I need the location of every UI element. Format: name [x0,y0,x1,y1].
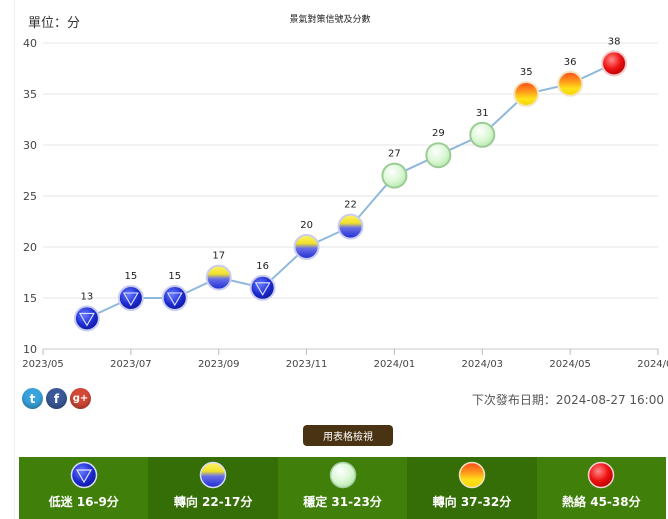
data-label: 15 [168,271,181,282]
legend-item-blue: 低迷 16-9分 [19,457,149,519]
green-signal-marker [381,162,408,189]
legend-label: 熱絡 45-38分 [562,495,641,509]
data-point: 20 [293,220,320,260]
yellow-blue-signal-marker [205,264,232,291]
legend-label: 轉向 37-32分 [432,495,512,509]
legend-item-red: 熱絡 45-38分 [536,457,667,519]
data-point: 15 [161,271,188,311]
blue-signal-icon [70,461,97,489]
google-plus-icon[interactable]: g+ [70,388,91,409]
yellow-red-signal-marker [513,81,540,107]
yellow-blue-signal-icon [199,461,227,489]
data-label: 22 [344,200,357,211]
legend-label: 穩定 31-23分 [303,495,382,509]
x-tick-label: 2023/07 [110,359,152,370]
y-tick-label: 25 [23,190,37,203]
signal-chart: 10 15 20 25 30 35 40 2023/05 2023/07 2023/09 2023/… [22,36,668,370]
blue-signal-marker [161,285,188,311]
facebook-icon[interactable]: f [46,388,67,409]
data-point: 22 [337,200,364,240]
legend-label: 轉向 22-17分 [173,495,253,509]
yellow-red-signal-icon [458,461,486,489]
data-label: 16 [256,261,269,272]
blue-signal-marker [73,305,100,332]
y-tick-label: 15 [23,292,37,305]
legend-label: 低迷 16-9分 [48,495,119,509]
next-release-date: 下次發布日期：2024-08-27 16:00 [471,393,664,407]
data-point: 27 [381,149,408,189]
x-tick-label: 2024/07 [637,359,668,370]
data-point: 17 [205,251,232,291]
blue-signal-marker [249,274,276,301]
red-signal-icon [588,461,615,489]
x-tick-label: 2024/05 [549,359,591,370]
data-label: 35 [520,67,533,78]
twitter-icon[interactable]: t [22,388,43,409]
data-point: 15 [117,271,144,311]
x-tick-label: 2024/01 [374,359,416,370]
y-tick-label: 40 [23,37,37,50]
data-point: 13 [73,291,100,332]
legend-item-green: 穩定 31-23分 [277,457,408,519]
blue-signal-marker [117,285,144,311]
x-tick-label: 2024/03 [462,359,504,370]
data-point: 16 [249,261,276,301]
yellow-blue-signal-marker [293,234,320,260]
red-signal-marker [601,50,628,77]
data-label: 38 [608,36,621,47]
data-point: 36 [557,57,584,97]
data-label: 15 [124,271,137,282]
data-point: 35 [513,67,540,107]
data-label: 13 [81,291,94,302]
data-point: 38 [601,36,628,77]
x-tick-label: 2023/05 [22,359,64,370]
data-label: 36 [564,57,577,68]
data-label: 27 [388,149,401,160]
data-point: 29 [425,128,452,169]
legend-item-yellow-blue: 轉向 22-17分 [148,457,278,519]
table-view-button[interactable]: 用表格檢視 [303,425,393,446]
y-tick-label: 10 [23,343,37,356]
green-signal-icon [329,461,356,489]
yellow-blue-signal-marker [337,213,364,240]
y-tick-label: 20 [23,241,37,254]
x-tick-label: 2023/11 [286,359,328,370]
data-label: 29 [432,128,445,139]
social-share-bar: t f g+ [22,388,91,409]
legend-item-yellow-red: 轉向 37-32分 [407,457,537,519]
y-tick-label: 30 [23,139,37,152]
green-signal-marker [425,142,452,169]
y-axis-unit-label: 單位：分 [28,16,81,31]
y-tick-label: 35 [23,88,37,101]
data-label: 20 [300,220,313,231]
yellow-red-signal-marker [557,70,584,97]
chart-title: 景氣對策信號及分數 [289,15,371,25]
x-tick-label: 2023/09 [198,359,240,370]
signal-legend: 低迷 16-9分 轉向 22-17分 穩定 31-23分 轉向 37-32分 熱… [19,457,667,519]
data-point: 31 [469,108,496,148]
green-signal-marker [469,121,496,148]
data-label: 17 [212,251,225,262]
data-label: 31 [476,108,489,119]
